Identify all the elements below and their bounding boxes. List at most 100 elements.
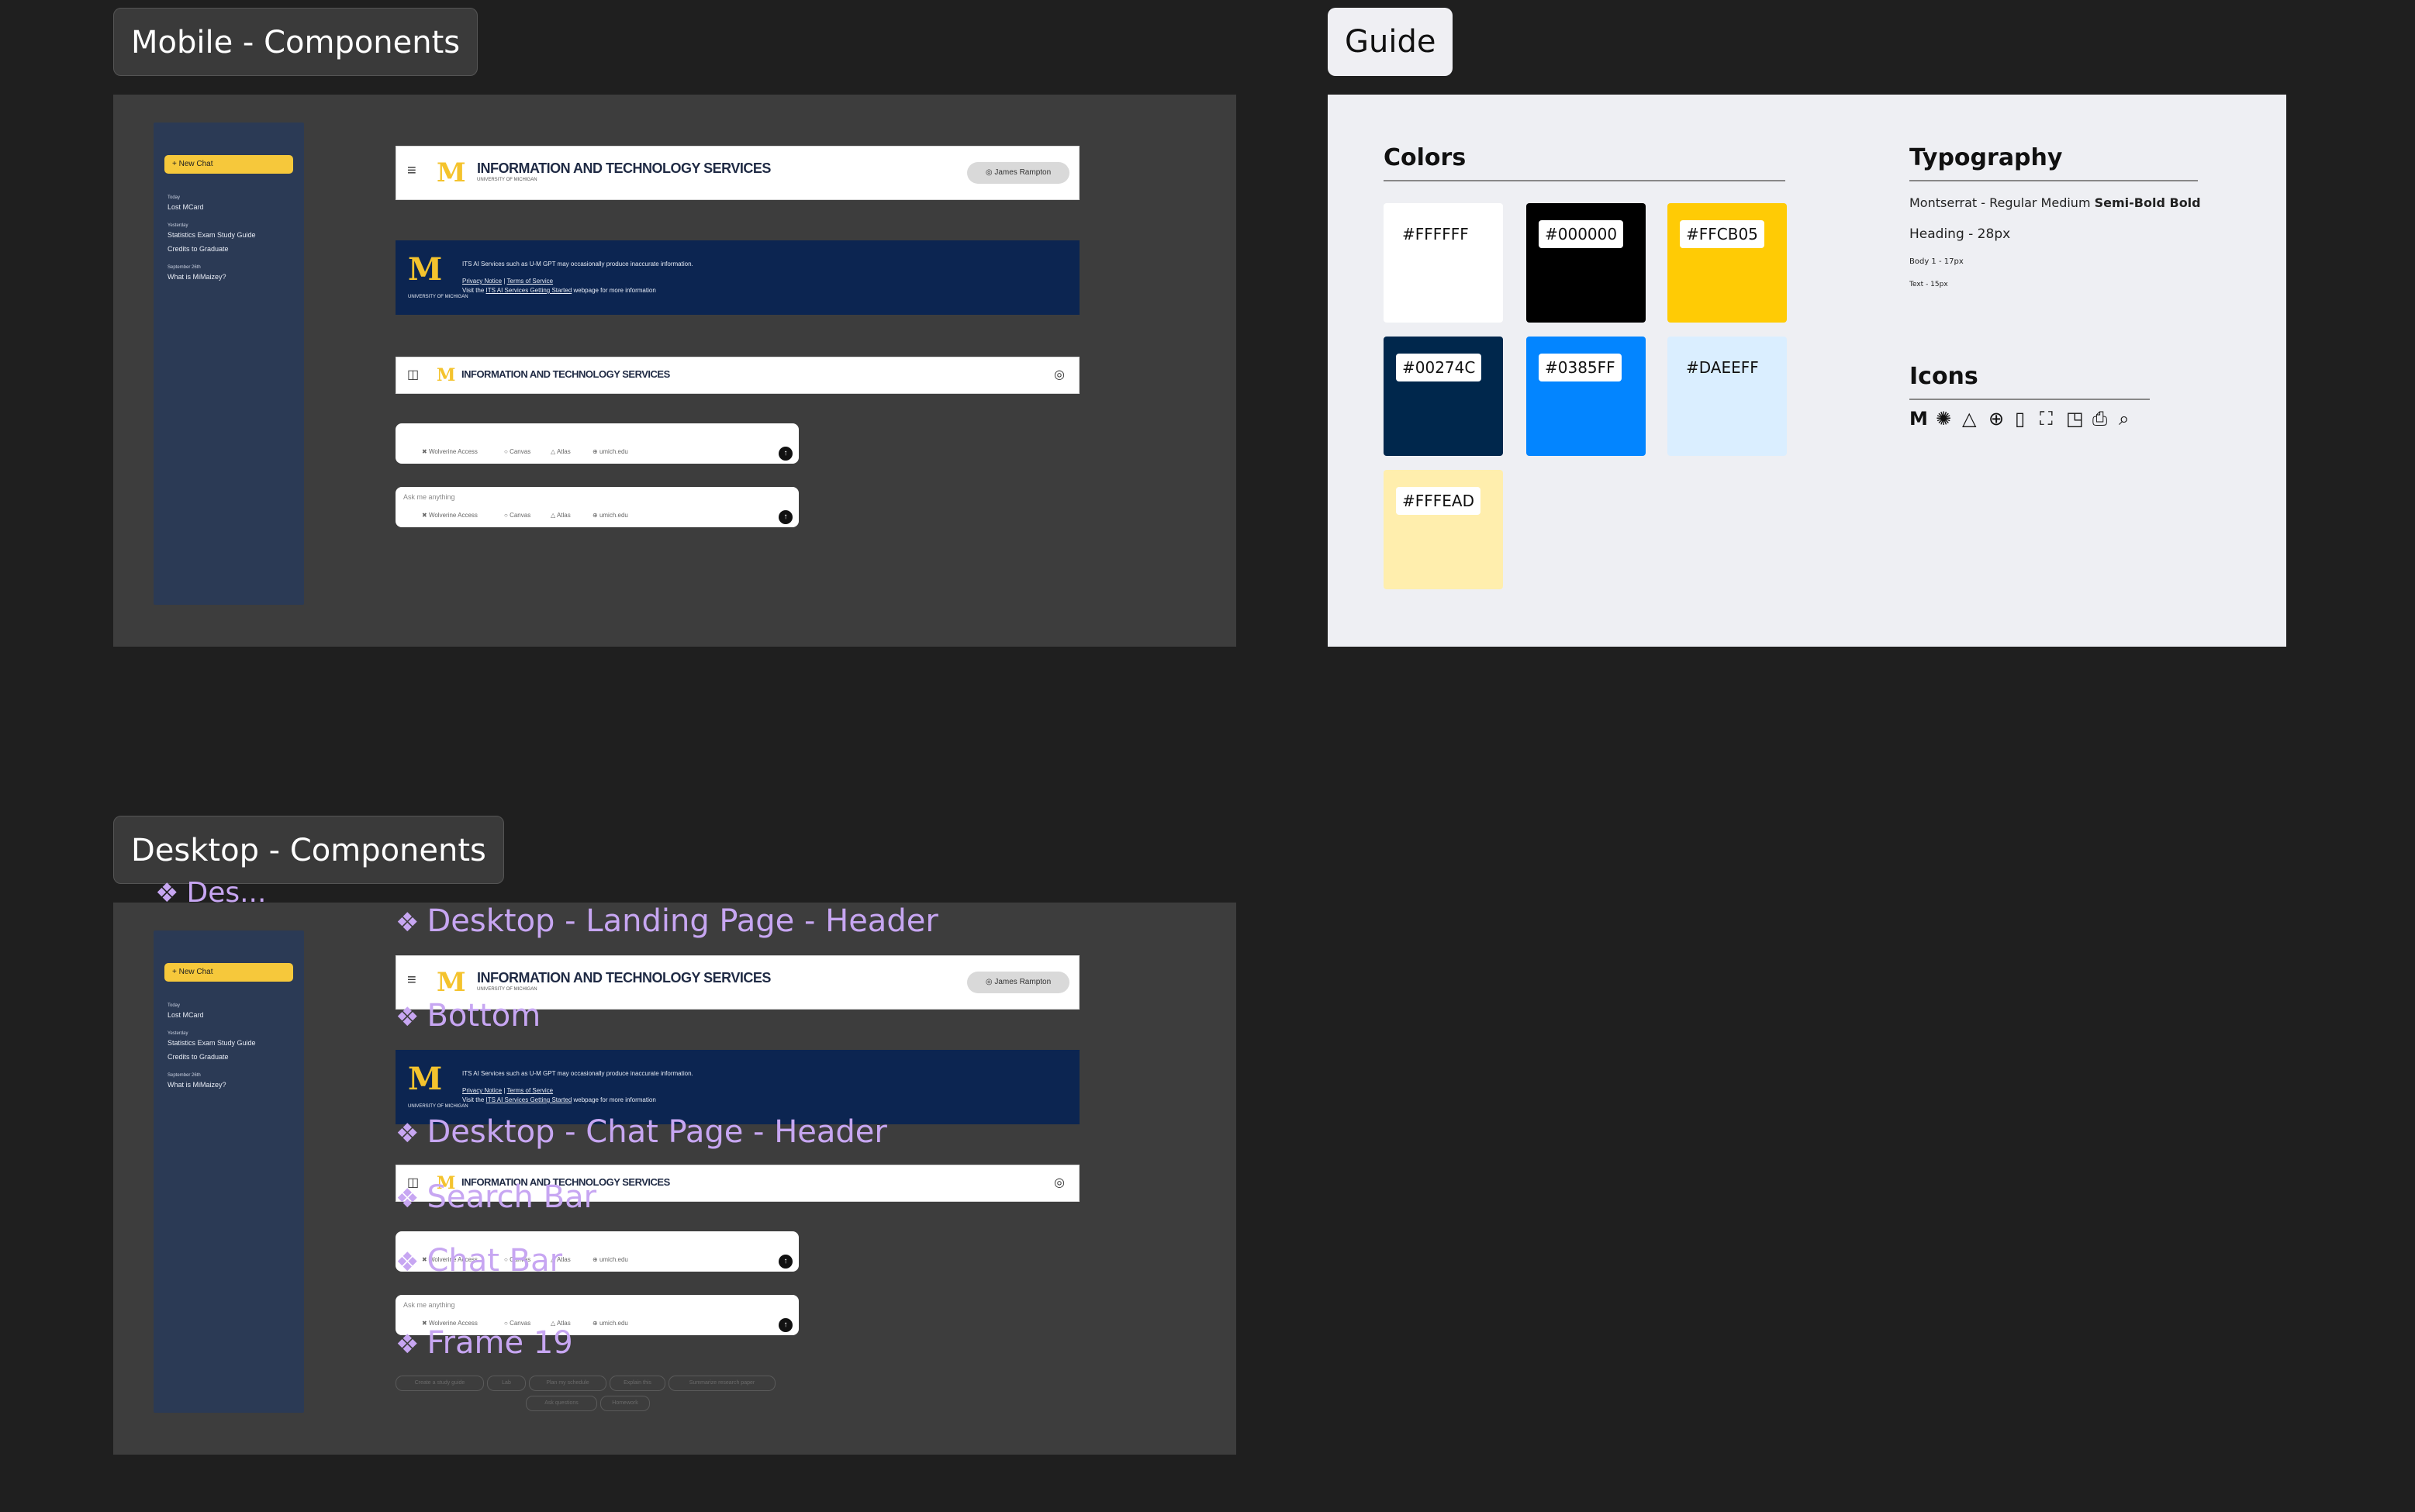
suggestion-pill[interactable]: Lab	[487, 1376, 526, 1391]
sidebar-item[interactable]: Lost MCard	[168, 1011, 204, 1019]
chip-umich[interactable]: ⊕ umich.edu	[593, 1320, 628, 1327]
icons-heading: Icons	[1909, 363, 1978, 390]
typography-divider	[1909, 180, 2198, 181]
visit-suffix: webpage for more information	[572, 1096, 656, 1103]
terms-of-service-link[interactable]: Terms of Service	[507, 1087, 554, 1094]
typography-heading: Typography	[1909, 144, 2063, 171]
hamburger-icon[interactable]: ≡	[407, 972, 416, 989]
chip-umich[interactable]: ⊕ umich.edu	[593, 448, 628, 455]
component-label-bottom[interactable]: ❖ Bottom	[396, 1000, 541, 1031]
sidebar: + New Chat Today Lost MCard Yesterday St…	[154, 123, 304, 605]
send-button[interactable]: ↑	[779, 447, 793, 461]
component-label-landing-header[interactable]: ❖ Desktop - Landing Page - Header	[396, 906, 938, 937]
color-hex-label: #FFCB05	[1680, 220, 1764, 248]
user-name: James Rampton	[994, 168, 1052, 177]
sidebar-item[interactable]: Statistics Exam Study Guide	[168, 231, 256, 239]
user-menu-button[interactable]: ◎ James Rampton	[967, 972, 1069, 993]
component-label-des[interactable]: ❖ Des...	[155, 879, 266, 907]
sidebar-item[interactable]: Credits to Graduate	[168, 245, 229, 253]
frame-label-desktop-components[interactable]: Desktop - Components	[113, 816, 504, 884]
chip-canvas[interactable]: ○ Canvas	[504, 512, 530, 519]
color-swatch-black[interactable]: #000000	[1526, 203, 1646, 323]
component-label-frame-19[interactable]: ❖ Frame 19	[396, 1327, 573, 1358]
chat-input-placeholder[interactable]: Ask me anything	[403, 493, 455, 501]
landing-page-header: ≡ M INFORMATION AND TECHNOLOGY SERVICES …	[396, 146, 1080, 200]
component-label-chat-bar[interactable]: ❖ Chat Bar	[396, 1245, 562, 1276]
suggestion-pill[interactable]: Explain this	[610, 1376, 665, 1391]
getting-started-link[interactable]: ITS AI Services Getting Started	[486, 1096, 572, 1103]
color-swatch-white[interactable]: #FFFFFF	[1384, 203, 1503, 323]
tag-icon: ◳	[2066, 408, 2084, 430]
chat-page-header: ◫ M INFORMATION AND TECHNOLOGY SERVICES …	[396, 357, 1080, 394]
suggestion-pill[interactable]: Homework	[600, 1396, 650, 1411]
color-hex-label: #00274C	[1396, 354, 1482, 381]
chip-atlas[interactable]: △ Atlas	[551, 512, 571, 519]
user-icon: ◎	[985, 168, 995, 177]
sidebar-group-heading: September 26th	[168, 1073, 201, 1078]
suggestion-pill[interactable]: Create a study guide	[396, 1376, 484, 1391]
icons-divider	[1909, 399, 2150, 400]
component-icon: ❖	[396, 1183, 420, 1214]
sidebar-item[interactable]: What is MiMaizey?	[168, 1081, 226, 1089]
component-icon: ❖	[155, 878, 179, 909]
send-button[interactable]: ↑	[779, 1318, 793, 1332]
chip-atlas[interactable]: △ Atlas	[551, 448, 571, 455]
color-swatch-light-yellow[interactable]: #FFFEAD	[1384, 470, 1503, 589]
component-label-search-bar[interactable]: ❖ Search Bar	[396, 1182, 596, 1213]
privacy-notice-link[interactable]: Privacy Notice	[462, 278, 502, 285]
new-chat-button[interactable]: + New Chat	[164, 963, 293, 982]
user-icon[interactable]: ◎	[1054, 367, 1065, 382]
component-label-chat-header[interactable]: ❖ Desktop - Chat Page - Header	[396, 1117, 887, 1148]
color-swatch-blue[interactable]: #00274C	[1384, 337, 1503, 456]
user-name: James Rampton	[994, 978, 1052, 986]
michigan-m-logo: M	[437, 967, 466, 998]
chip-canvas[interactable]: ○ Canvas	[504, 448, 530, 455]
chat-input-placeholder[interactable]: Ask me anything	[403, 1301, 455, 1309]
color-swatch-light-blue[interactable]: #DAEEFF	[1667, 337, 1787, 456]
arrow-up-icon: ↑	[783, 513, 788, 521]
search-bar[interactable]: ✖ Wolverine Access ○ Canvas △ Atlas ⊕ um…	[396, 423, 799, 464]
visit-suffix: webpage for more information	[572, 287, 656, 294]
send-button[interactable]: ↑	[779, 510, 793, 524]
sidebar-item[interactable]: Credits to Graduate	[168, 1053, 229, 1061]
header-title: INFORMATION AND TECHNOLOGY SERVICES	[477, 970, 771, 986]
michigan-m-icon: M	[1909, 408, 1928, 430]
sidebar-toggle-icon[interactable]: ◫	[407, 367, 419, 382]
chip-wolverine-access[interactable]: ✖ Wolverine Access	[422, 512, 478, 519]
suggestion-pill[interactable]: Summarize research paper	[669, 1376, 776, 1391]
user-menu-button[interactable]: ◎ James Rampton	[967, 162, 1069, 184]
bottom-banner: M UNIVERSITY OF MICHIGAN ITS AI Services…	[396, 240, 1080, 315]
frame-label-guide[interactable]: Guide	[1328, 8, 1453, 76]
terms-of-service-link[interactable]: Terms of Service	[507, 278, 554, 285]
sidebar-group-heading: Yesterday	[168, 223, 188, 228]
michigan-m-logo: M	[408, 251, 443, 288]
chip-umich[interactable]: ⊕ umich.edu	[593, 512, 628, 519]
sidebar-group-heading: Yesterday	[168, 1031, 188, 1036]
chip-umich[interactable]: ⊕ umich.edu	[593, 1256, 628, 1263]
chip-wolverine-access[interactable]: ✖ Wolverine Access	[422, 448, 478, 455]
disclaimer-text: ITS AI Services such as U-M GPT may occa…	[462, 261, 693, 268]
hamburger-icon[interactable]: ≡	[407, 162, 416, 180]
getting-started-link[interactable]: ITS AI Services Getting Started	[486, 287, 572, 294]
sidebar-item[interactable]: Statistics Exam Study Guide	[168, 1039, 256, 1047]
atlas-icon: △	[1962, 408, 1977, 430]
chat-header-title: INFORMATION AND TECHNOLOGY SERVICES	[461, 368, 670, 380]
send-button[interactable]: ↑	[779, 1255, 793, 1269]
banner-logo-sub: UNIVERSITY OF MICHIGAN	[408, 1104, 468, 1109]
disclaimer-text: ITS AI Services such as U-M GPT may occa…	[462, 1070, 693, 1077]
component-icon: ❖	[396, 1247, 420, 1278]
user-icon[interactable]: ◎	[1054, 1175, 1065, 1190]
sidebar-item[interactable]: What is MiMaizey?	[168, 273, 226, 281]
guide-canvas: Colors #FFFFFF #000000 #FFCB05 #00274C #…	[1328, 95, 2286, 647]
header-subtitle: UNIVERSITY OF MICHIGAN	[477, 178, 537, 182]
sidebar-item[interactable]: Lost MCard	[168, 203, 204, 211]
color-swatch-maize[interactable]: #FFCB05	[1667, 203, 1787, 323]
suggestion-pill[interactable]: Ask questions	[526, 1396, 597, 1411]
sidebar-group-heading: September 26th	[168, 265, 201, 270]
privacy-notice-link[interactable]: Privacy Notice	[462, 1087, 502, 1094]
frame-label-mobile-components[interactable]: Mobile - Components	[113, 8, 479, 76]
suggestion-pill[interactable]: Plan my schedule	[529, 1376, 606, 1391]
new-chat-button[interactable]: + New Chat	[164, 155, 293, 174]
color-swatch-bright-blue[interactable]: #0385FF	[1526, 337, 1646, 456]
chat-bar[interactable]: Ask me anything ✖ Wolverine Access ○ Can…	[396, 487, 799, 527]
